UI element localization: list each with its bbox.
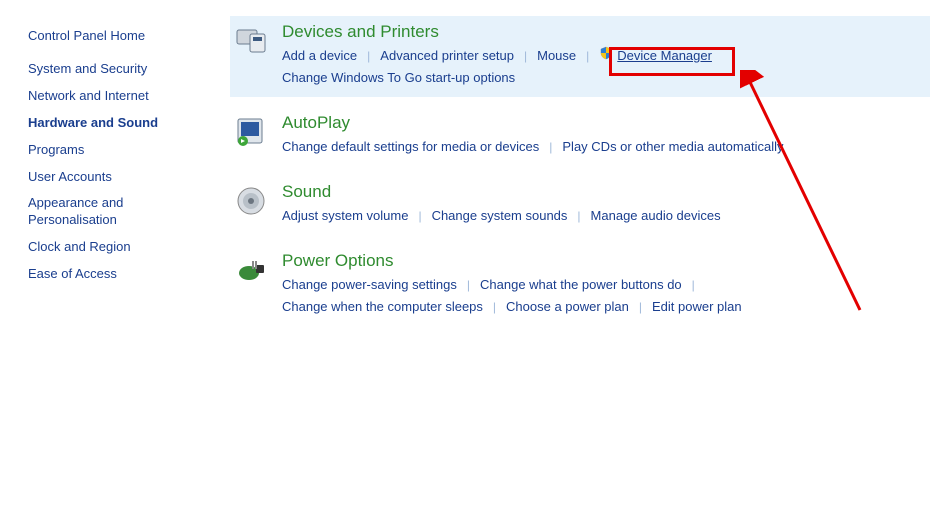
separator: | <box>639 297 642 317</box>
manage-audio-devices-link[interactable]: Manage audio devices <box>591 205 721 227</box>
sidebar: Control Panel Home System and Security N… <box>0 0 210 347</box>
sidebar-item-hardware-sound[interactable]: Hardware and Sound <box>28 115 200 132</box>
separator: | <box>367 46 370 66</box>
sound-icon <box>234 184 268 218</box>
control-panel-home-link[interactable]: Control Panel Home <box>28 28 200 43</box>
category-power-options: Power Options Change power-saving settin… <box>230 245 930 326</box>
power-buttons-link[interactable]: Change what the power buttons do <box>480 274 682 296</box>
play-cds-link[interactable]: Play CDs or other media automatically <box>562 136 783 158</box>
separator: | <box>577 206 580 226</box>
separator: | <box>467 275 470 295</box>
sidebar-item-ease-access[interactable]: Ease of Access <box>28 266 200 283</box>
windows-to-go-link[interactable]: Change Windows To Go start-up options <box>282 67 515 89</box>
sidebar-item-programs[interactable]: Programs <box>28 142 200 159</box>
change-default-media-link[interactable]: Change default settings for media or dev… <box>282 136 539 158</box>
edit-power-plan-link[interactable]: Edit power plan <box>652 296 742 318</box>
uac-shield-icon <box>599 45 613 67</box>
device-manager-link[interactable]: Device Manager <box>617 45 712 67</box>
sidebar-item-clock-region[interactable]: Clock and Region <box>28 239 200 256</box>
separator: | <box>524 46 527 66</box>
category-devices-printers: Devices and Printers Add a device | Adva… <box>230 16 930 97</box>
sidebar-item-system-security[interactable]: System and Security <box>28 61 200 78</box>
sidebar-item-user-accounts[interactable]: User Accounts <box>28 169 200 186</box>
choose-power-plan-link[interactable]: Choose a power plan <box>506 296 629 318</box>
sidebar-item-network-internet[interactable]: Network and Internet <box>28 88 200 105</box>
sidebar-item-appearance[interactable]: Appearance and Personalisation <box>28 195 200 229</box>
separator: | <box>549 137 552 157</box>
autoplay-title[interactable]: AutoPlay <box>282 113 926 133</box>
separator: | <box>418 206 421 226</box>
power-options-title[interactable]: Power Options <box>282 251 926 271</box>
sound-title[interactable]: Sound <box>282 182 926 202</box>
power-options-icon <box>234 253 268 287</box>
main-content: Devices and Printers Add a device | Adva… <box>210 0 940 347</box>
mouse-link[interactable]: Mouse <box>537 45 576 67</box>
advanced-printer-setup-link[interactable]: Advanced printer setup <box>380 45 514 67</box>
separator: | <box>493 297 496 317</box>
separator: | <box>692 275 695 295</box>
devices-printers-title[interactable]: Devices and Printers <box>282 22 926 42</box>
devices-printers-icon <box>234 24 268 58</box>
add-device-link[interactable]: Add a device <box>282 45 357 67</box>
category-sound: Sound Adjust system volume | Change syst… <box>230 176 930 235</box>
power-saving-link[interactable]: Change power-saving settings <box>282 274 457 296</box>
separator: | <box>586 46 589 66</box>
adjust-volume-link[interactable]: Adjust system volume <box>282 205 408 227</box>
change-system-sounds-link[interactable]: Change system sounds <box>432 205 568 227</box>
category-autoplay: AutoPlay Change default settings for med… <box>230 107 930 166</box>
computer-sleep-link[interactable]: Change when the computer sleeps <box>282 296 483 318</box>
autoplay-icon <box>234 115 268 149</box>
